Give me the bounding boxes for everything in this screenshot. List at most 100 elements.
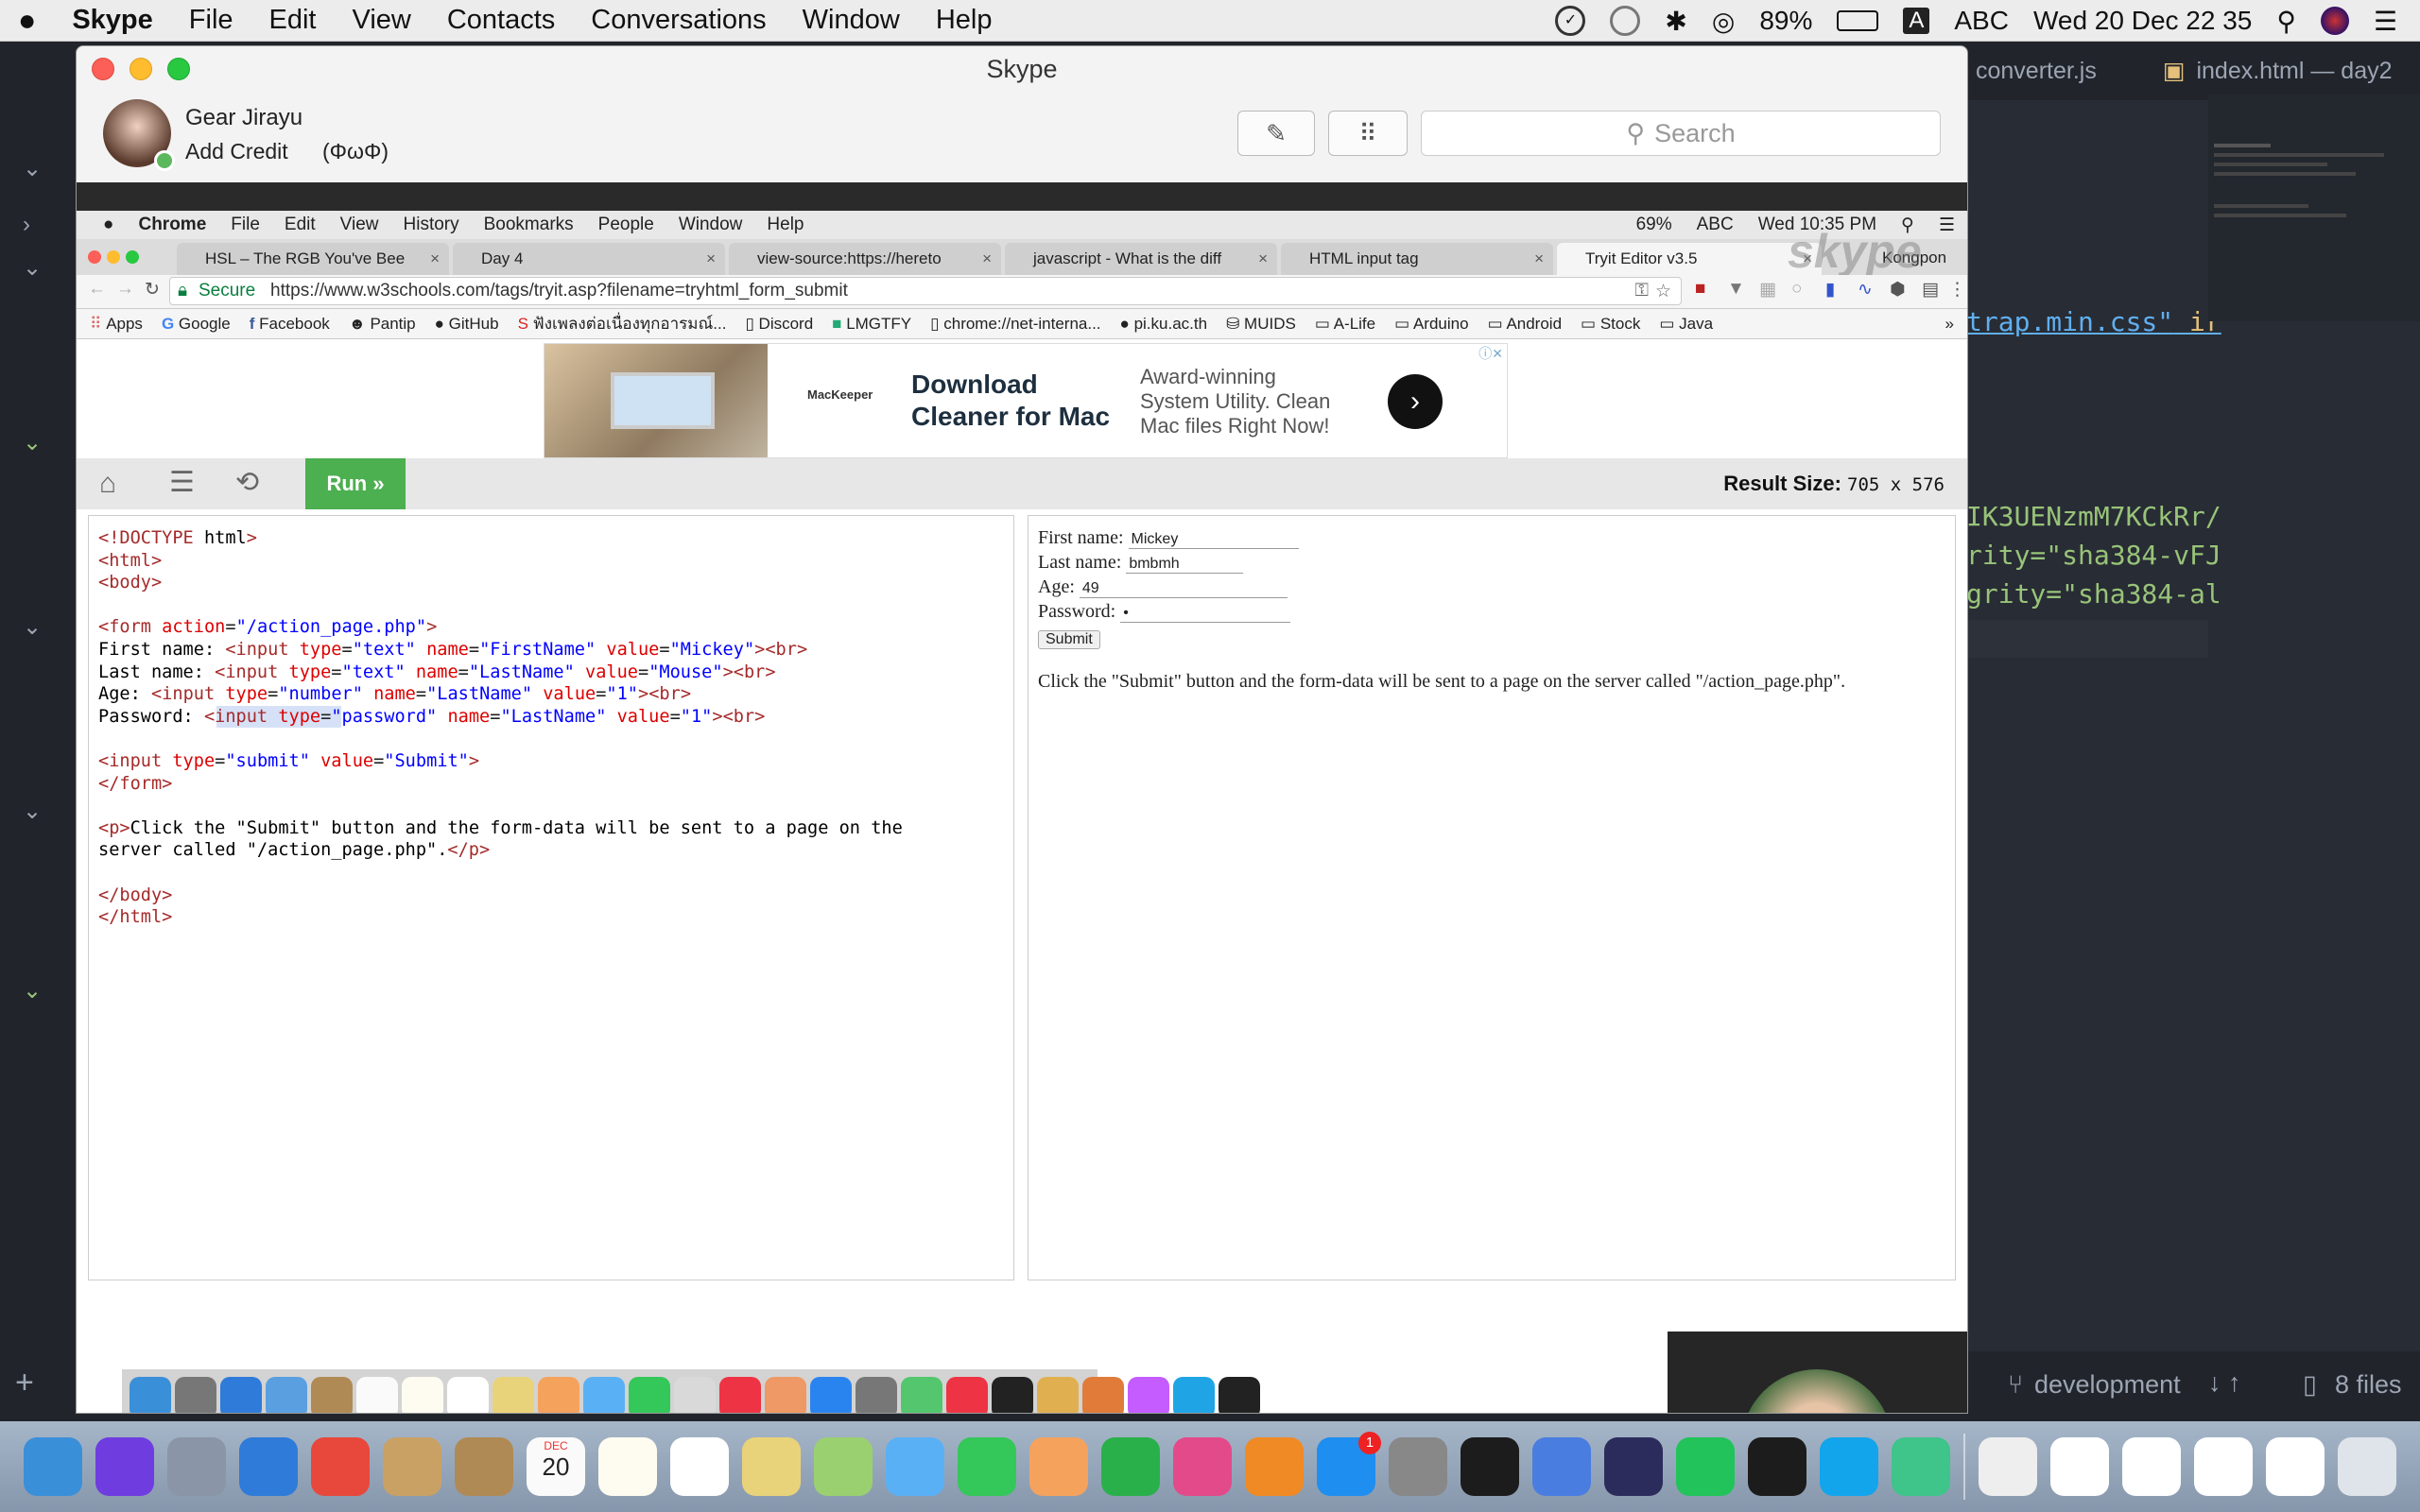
- profile-name[interactable]: Gear Jirayu: [185, 105, 302, 131]
- bookmark-folder-java[interactable]: ▭ Java: [1659, 315, 1713, 334]
- menu-help[interactable]: Help: [918, 5, 1011, 36]
- remote-dock-app-icon[interactable]: [1219, 1377, 1260, 1413]
- bookmark-facebook[interactable]: f Facebook: [250, 315, 330, 334]
- remote-dock-app-icon[interactable]: [946, 1377, 988, 1413]
- spotlight-search-icon[interactable]: ⚲: [2276, 6, 2296, 37]
- remote-dock-app-icon[interactable]: [1173, 1377, 1215, 1413]
- remote-dock-app-icon[interactable]: [266, 1377, 307, 1413]
- chevron-down-icon[interactable]: ⌄: [23, 429, 42, 456]
- extension-icon[interactable]: ▼: [1727, 279, 1745, 300]
- remote-dock-app-icon[interactable]: [175, 1377, 216, 1413]
- menu-app[interactable]: Skype: [54, 5, 170, 36]
- fetch-icon[interactable]: ↓ ↑: [2208, 1368, 2241, 1398]
- ad-choices-icon[interactable]: ⓘ✕: [1478, 344, 1503, 363]
- dock-facetime-icon[interactable]: [958, 1437, 1016, 1496]
- address-bar[interactable]: 🔒︎ Secure https://www.w3schools.com/tags…: [169, 277, 1682, 305]
- first-name-input[interactable]: Mickey: [1128, 531, 1299, 549]
- chrome-menu-icon[interactable]: ⋮: [1948, 279, 1966, 301]
- dock-window-thumb-icon[interactable]: [2266, 1437, 2325, 1496]
- remote-dock-app-icon[interactable]: [220, 1377, 262, 1413]
- add-icon[interactable]: +: [15, 1365, 34, 1401]
- close-tab-icon[interactable]: ×: [1258, 243, 1268, 275]
- code-line[interactable]: server called "/action_page.php".</p>: [98, 839, 1004, 862]
- browser-tab[interactable]: javascript - What is the diff ×: [1005, 243, 1277, 275]
- input-source-icon[interactable]: A: [1903, 8, 1930, 34]
- bookmark-folder-android[interactable]: ▭ Android: [1488, 315, 1562, 334]
- code-line[interactable]: <p>Click the "Submit" button and the for…: [98, 817, 1004, 840]
- reload-icon[interactable]: ↻: [145, 279, 160, 301]
- code-line[interactable]: First name: <input type="text" name="Fir…: [98, 639, 1004, 662]
- forward-icon[interactable]: →: [116, 279, 134, 300]
- menubar-clock[interactable]: Wed 20 Dec 22 35: [2033, 6, 2252, 36]
- minimize-window-icon[interactable]: [107, 250, 120, 264]
- extension-icon[interactable]: ■: [1695, 279, 1705, 300]
- url-text[interactable]: https://www.w3schools.com/tags/tryit.asp…: [270, 281, 848, 301]
- remote-dock-app-icon[interactable]: [719, 1377, 761, 1413]
- bookmark-pi-ku[interactable]: ● pi.ku.ac.th: [1120, 315, 1208, 334]
- back-icon[interactable]: ←: [88, 279, 106, 300]
- wifi-icon[interactable]: ◎: [1712, 6, 1735, 37]
- dock-pages-icon[interactable]: [1029, 1437, 1088, 1496]
- chrome-menu-app[interactable]: Chrome: [126, 215, 218, 235]
- home-icon[interactable]: ⌂: [99, 468, 116, 500]
- chevron-right-icon[interactable]: ›: [23, 212, 30, 238]
- close-tab-icon[interactable]: ×: [982, 243, 992, 275]
- extension-icon[interactable]: ▤: [1922, 279, 1939, 301]
- editor-minimap[interactable]: [2208, 94, 2420, 321]
- more-bookmarks-icon[interactable]: »: [1945, 315, 1967, 334]
- bookmark-apps[interactable]: ⠿ Apps: [90, 315, 143, 334]
- battery-icon[interactable]: [1837, 10, 1879, 31]
- chrome-menu-window[interactable]: Window: [666, 215, 755, 235]
- remote-dock-app-icon[interactable]: [356, 1377, 398, 1413]
- browser-tab[interactable]: HTML input tag ×: [1281, 243, 1553, 275]
- close-tab-icon[interactable]: ×: [430, 243, 440, 275]
- search-input[interactable]: ⚲ Search: [1421, 111, 1941, 156]
- code-line[interactable]: Password: <input type="password" name="L…: [98, 705, 1004, 729]
- dock-system-preferences-icon[interactable]: [1389, 1437, 1447, 1496]
- chrome-menu-bookmarks[interactable]: Bookmarks: [472, 215, 586, 235]
- code-line[interactable]: [98, 728, 1004, 750]
- bookmark-github[interactable]: ● GitHub: [435, 315, 499, 334]
- remote-dock-app-icon[interactable]: [311, 1377, 353, 1413]
- dock-skype-icon[interactable]: [1820, 1437, 1878, 1496]
- zoom-window-icon[interactable]: [167, 58, 190, 80]
- code-line[interactable]: </body>: [98, 885, 1004, 907]
- dock-launchpad-icon[interactable]: [167, 1437, 226, 1496]
- minimize-window-icon[interactable]: [130, 58, 152, 80]
- chevron-down-icon[interactable]: ⌄: [23, 155, 42, 182]
- code-line[interactable]: <html>: [98, 550, 1004, 573]
- files-count[interactable]: 8 files: [2335, 1370, 2402, 1400]
- chrome-menu-help[interactable]: Help: [754, 215, 816, 235]
- menu-window[interactable]: Window: [785, 5, 918, 36]
- chevron-down-icon[interactable]: ⌄: [23, 254, 42, 282]
- remote-dock-app-icon[interactable]: [538, 1377, 579, 1413]
- dock-siri-icon[interactable]: [95, 1437, 154, 1496]
- code-line[interactable]: [98, 862, 1004, 885]
- dock-contacts-icon[interactable]: [455, 1437, 513, 1496]
- remote-dock-app-icon[interactable]: [583, 1377, 625, 1413]
- remote-dock-app-icon[interactable]: [447, 1377, 489, 1413]
- bookmark-chrome-net[interactable]: ▯ chrome://net-interna...: [930, 315, 1100, 334]
- rotate-layout-icon[interactable]: ⟲: [235, 466, 259, 499]
- browser-tab[interactable]: HSL – The RGB You've Bee ×: [177, 243, 449, 275]
- remote-dock-app-icon[interactable]: [1082, 1377, 1124, 1413]
- remote-dock-app-icon[interactable]: [810, 1377, 852, 1413]
- key-icon[interactable]: ⚿: [1635, 281, 1649, 301]
- code-line[interactable]: <!DOCTYPE html>: [98, 527, 1004, 550]
- dock-photos-icon[interactable]: [742, 1437, 801, 1496]
- dock-window-thumb-icon[interactable]: [2050, 1437, 2109, 1496]
- browser-tab[interactable]: Day 4 ×: [453, 243, 725, 275]
- zoom-window-icon[interactable]: [126, 250, 139, 264]
- code-editor-textarea[interactable]: <!DOCTYPE html> <html> <body> <form action…: [88, 515, 1014, 1280]
- editor-tab-converter[interactable]: converter.js: [1976, 58, 2097, 85]
- menu-conversations[interactable]: Conversations: [573, 5, 784, 36]
- bookmark-music[interactable]: S ฟังเพลงต่อเนื่องทุกอารมณ์...: [518, 311, 727, 336]
- globe-status-icon[interactable]: [1610, 6, 1641, 36]
- code-line[interactable]: <input type="submit" value="Submit">: [98, 750, 1004, 773]
- video-preview[interactable]: [1668, 1332, 1967, 1413]
- remote-dock-app-icon[interactable]: [765, 1377, 806, 1413]
- add-credit-link[interactable]: Add Credit: [185, 139, 288, 164]
- apple-icon[interactable]: ●: [0, 3, 54, 38]
- siri-icon[interactable]: [2320, 7, 2349, 35]
- compose-button[interactable]: ✎: [1237, 111, 1315, 156]
